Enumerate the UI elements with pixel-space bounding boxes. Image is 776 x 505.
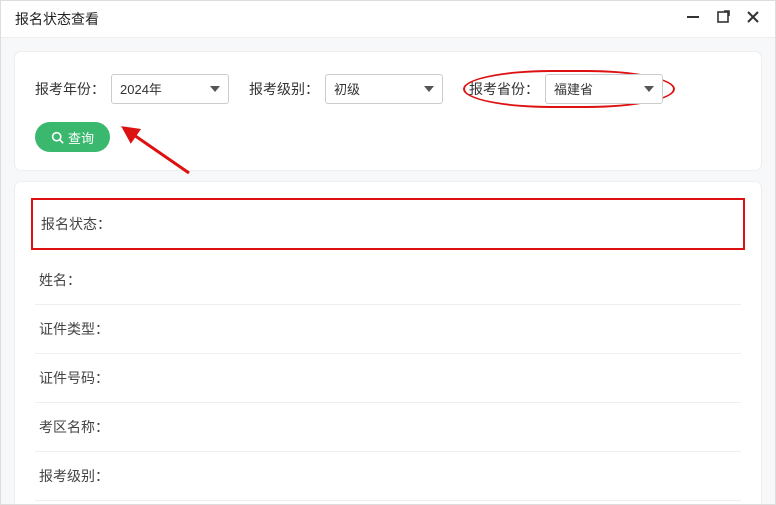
province-label: 报考省份： bbox=[469, 79, 539, 99]
filter-panel: 报考年份： 2024年 报考级别： 初级 bbox=[15, 52, 761, 170]
level-select[interactable]: 初级 bbox=[325, 74, 443, 104]
year-field: 报考年份： 2024年 bbox=[35, 74, 229, 104]
titlebar: 报名状态查看 bbox=[1, 1, 775, 38]
close-icon[interactable] bbox=[745, 9, 761, 29]
window-controls bbox=[685, 9, 761, 29]
year-select[interactable]: 2024年 bbox=[111, 74, 229, 104]
modal-body: 报考年份： 2024年 报考级别： 初级 bbox=[1, 38, 775, 504]
province-select[interactable]: 福建省 bbox=[545, 74, 663, 104]
search-button[interactable]: 查询 bbox=[35, 122, 110, 152]
window-title: 报名状态查看 bbox=[15, 9, 99, 29]
minimize-icon[interactable] bbox=[685, 9, 701, 29]
result-name-row: 姓名： bbox=[35, 256, 741, 305]
year-label: 报考年份： bbox=[35, 79, 105, 99]
result-level-label: 报考级别： bbox=[39, 468, 109, 484]
button-row: 查询 bbox=[35, 122, 741, 152]
result-district-label: 考区名称： bbox=[39, 419, 109, 435]
maximize-icon[interactable] bbox=[715, 9, 731, 29]
result-status-row: 报名状态： bbox=[31, 198, 745, 250]
result-idnum-label: 证件号码： bbox=[39, 370, 109, 386]
search-button-label: 查询 bbox=[68, 128, 94, 147]
level-label: 报考级别： bbox=[249, 79, 319, 99]
result-status-label: 报名状态： bbox=[41, 216, 111, 232]
filter-row: 报考年份： 2024年 报考级别： 初级 bbox=[35, 70, 741, 108]
level-field: 报考级别： 初级 bbox=[249, 74, 443, 104]
results-panel: 报名状态： 姓名： 证件类型： 证件号码： 考区名称： 报考级别： bbox=[15, 182, 761, 504]
result-level-row: 报考级别： bbox=[35, 452, 741, 501]
result-idtype-row: 证件类型： bbox=[35, 305, 741, 354]
result-idtype-label: 证件类型： bbox=[39, 321, 109, 337]
registration-status-modal: 报名状态查看 报考年份： 2024年 bbox=[0, 0, 776, 505]
province-field: 报考省份： 福建省 bbox=[463, 70, 675, 108]
result-idnum-row: 证件号码： bbox=[35, 354, 741, 403]
result-name-label: 姓名： bbox=[39, 272, 81, 288]
search-icon bbox=[51, 131, 64, 144]
result-district-row: 考区名称： bbox=[35, 403, 741, 452]
